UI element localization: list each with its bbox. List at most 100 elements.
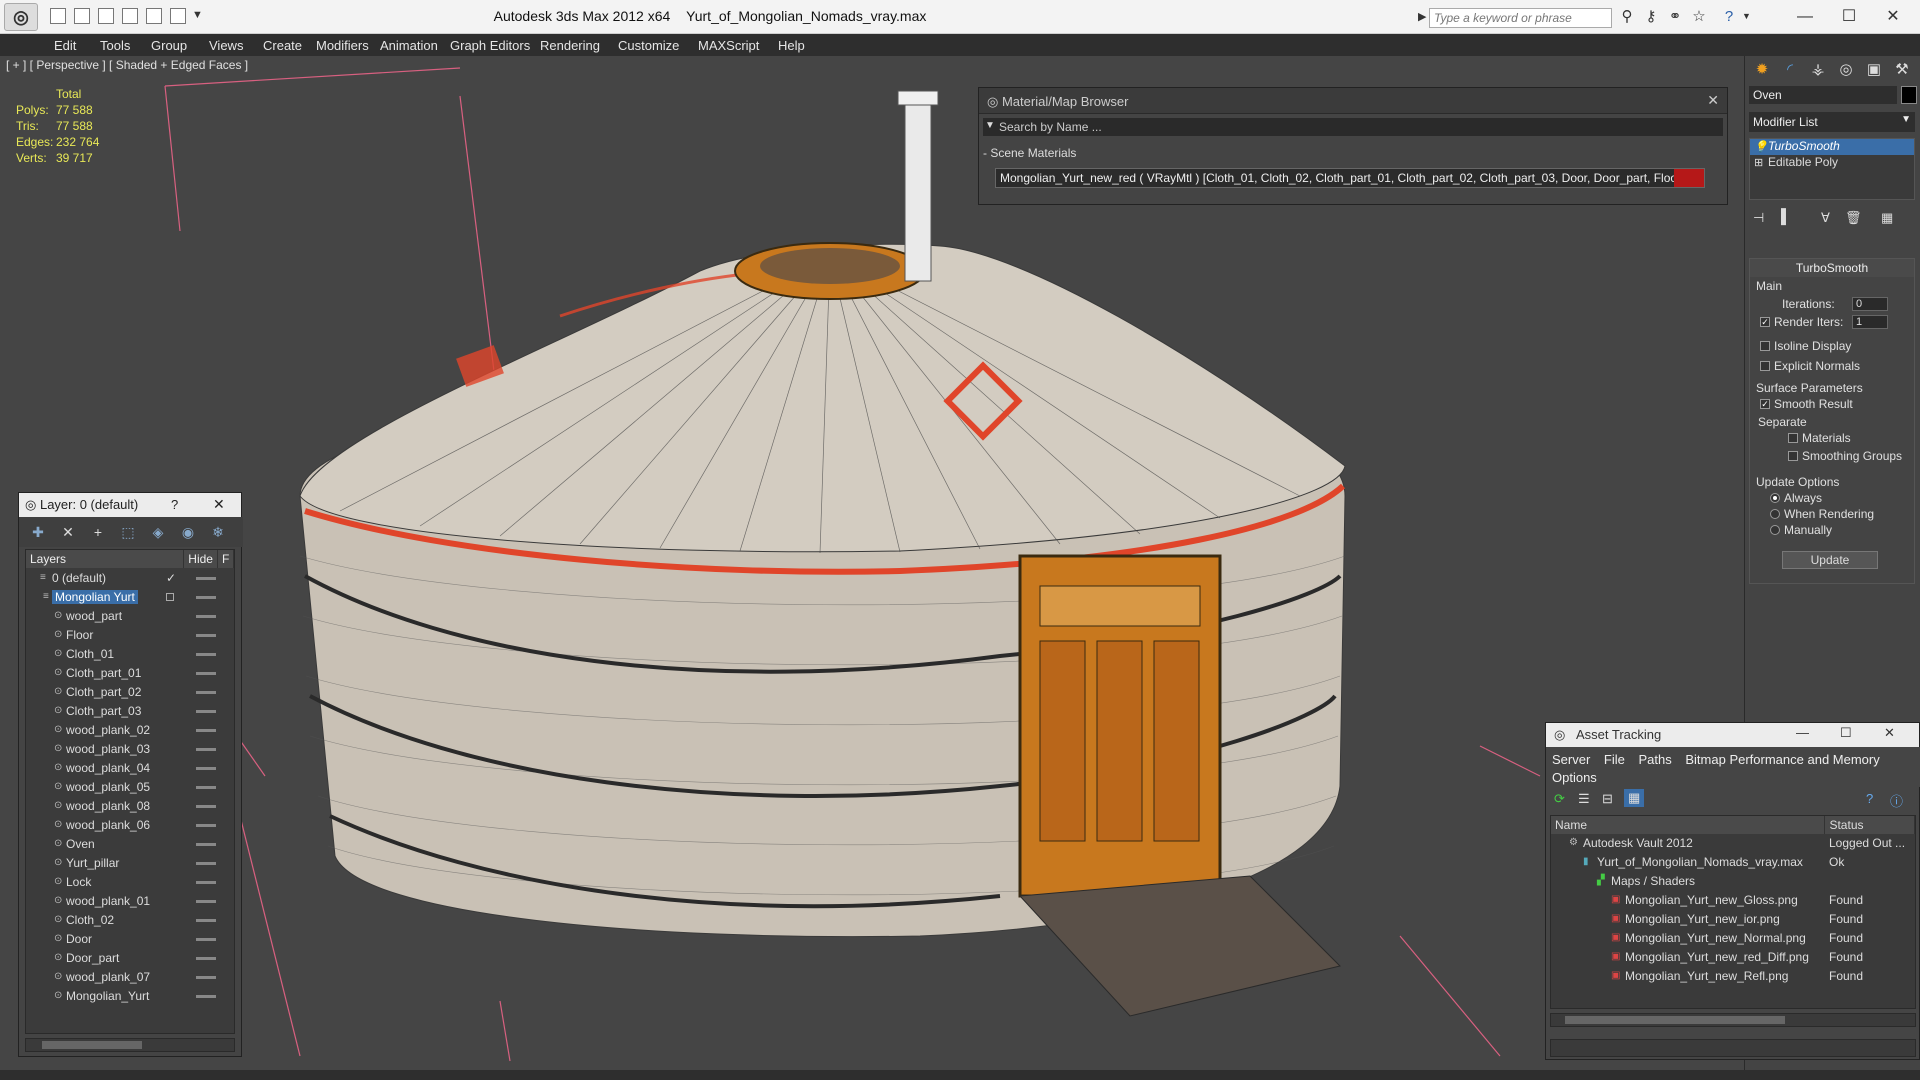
hide-toggle-icon[interactable]: ▬▬ <box>196 743 216 754</box>
layer-row[interactable]: ⊙ Cloth_part_03 ▬▬ <box>26 701 234 720</box>
create-tab-icon[interactable]: ✹ <box>1751 60 1773 80</box>
maximize-icon[interactable]: ☐ <box>1826 4 1872 30</box>
col-layers[interactable]: Layers <box>26 550 185 568</box>
layer-row[interactable]: ⊙ Floor ▬▬ <box>26 625 234 644</box>
hide-toggle-icon[interactable]: ▬▬ <box>196 724 216 735</box>
binoculars-icon[interactable]: ⚲ <box>1618 8 1636 26</box>
mb-scene-materials-header[interactable]: - Scene Materials <box>983 146 1076 160</box>
hide-all-icon[interactable]: ◉ <box>179 523 197 541</box>
menu-animation[interactable]: Animation <box>380 38 438 53</box>
layer-row[interactable]: ⊙ wood_plank_04 ▬▬ <box>26 758 234 777</box>
hide-toggle-icon[interactable]: ▬▬ <box>196 876 216 887</box>
layer-row[interactable]: ⊙ Lock ▬▬ <box>26 872 234 891</box>
show-end-result-icon[interactable]: ▌ <box>1781 208 1791 224</box>
rollout-title[interactable]: TurboSmooth <box>1750 259 1914 277</box>
asset-menu-file[interactable]: File <box>1604 752 1625 767</box>
col-hide[interactable]: Hide <box>184 550 218 568</box>
material-entry[interactable]: Mongolian_Yurt_new_red ( VRayMtl ) [Clot… <box>995 168 1705 188</box>
layer-row[interactable]: ⊙ Yurt_pillar ▬▬ <box>26 853 234 872</box>
scroll-thumb[interactable] <box>1565 1016 1785 1024</box>
new-layer-icon[interactable]: ✚ <box>29 523 47 541</box>
menu-edit[interactable]: Edit <box>54 38 76 53</box>
col-status[interactable]: Status <box>1825 816 1915 834</box>
object-color-swatch[interactable] <box>1901 86 1917 104</box>
menu-group[interactable]: Group <box>151 38 187 53</box>
layer-row[interactable]: ⊙ wood_plank_03 ▬▬ <box>26 739 234 758</box>
layer-row[interactable]: ⊙ wood_plank_07 ▬▬ <box>26 967 234 986</box>
make-unique-icon[interactable]: ∀ <box>1821 210 1830 226</box>
highlight-layer-icon[interactable]: ◈ <box>149 523 167 541</box>
hide-toggle-icon[interactable]: ▬▬ <box>196 971 216 982</box>
key-icon[interactable]: ⚷ <box>1642 8 1660 26</box>
close-icon[interactable]: ✕ <box>1884 725 1895 741</box>
layer-row[interactable]: ⊙ wood_plank_05 ▬▬ <box>26 777 234 796</box>
layer-row[interactable]: ≡ Mongolian Yurt ▬▬ <box>26 587 234 606</box>
close-icon[interactable]: ✕ <box>213 496 225 513</box>
stack-item-editable-poly[interactable]: ⊞ Editable Poly <box>1750 155 1914 171</box>
render-iters-checkbox[interactable]: ✓ <box>1760 317 1770 327</box>
hide-toggle-icon[interactable]: ▬▬ <box>196 705 216 716</box>
layer-row[interactable]: ⊙ Door_part ▬▬ <box>26 948 234 967</box>
hide-toggle-icon[interactable]: ▬▬ <box>196 667 216 678</box>
set-current-box-icon[interactable] <box>166 592 174 601</box>
help-icon[interactable]: ? <box>1720 8 1738 26</box>
connect-icon[interactable]: ⚭ <box>1666 8 1684 26</box>
add-to-layer-icon[interactable]: + <box>89 523 107 541</box>
modify-tab-icon[interactable]: ◜ <box>1779 60 1801 80</box>
layer-row[interactable]: ⊙ wood_part ▬▬ <box>26 606 234 625</box>
help-icon[interactable]: ? <box>171 497 178 512</box>
close-icon[interactable]: ✕ <box>1707 92 1719 109</box>
menu-graph-editors[interactable]: Graph Editors <box>450 38 530 53</box>
menu-modifiers[interactable]: Modifiers <box>316 38 369 53</box>
menu-create[interactable]: Create <box>263 38 302 53</box>
info-icon[interactable]: ⓘ <box>1890 791 1903 810</box>
stack-item-turbosmooth[interactable]: 💡 TurboSmooth <box>1750 139 1914 155</box>
layer-row[interactable]: ⊙ wood_plank_01 ▬▬ <box>26 891 234 910</box>
render-iters-spinner[interactable]: 1 <box>1852 315 1888 329</box>
hide-toggle-icon[interactable]: ▬▬ <box>196 781 216 792</box>
iterations-spinner[interactable]: 0 <box>1852 297 1888 311</box>
layer-row[interactable]: ⊙ wood_plank_06 ▬▬ <box>26 815 234 834</box>
hide-toggle-icon[interactable]: ▬▬ <box>196 610 216 621</box>
hide-toggle-icon[interactable]: ▬▬ <box>196 819 216 830</box>
layer-row[interactable]: ⊙ wood_plank_08 ▬▬ <box>26 796 234 815</box>
hide-toggle-icon[interactable]: ▬▬ <box>196 990 216 1001</box>
asset-row[interactable]: ⚙ Autodesk Vault 2012 Logged Out ... <box>1551 834 1915 853</box>
hide-toggle-icon[interactable]: ▬▬ <box>196 838 216 849</box>
manually-radio[interactable] <box>1770 525 1780 535</box>
favorites-star-icon[interactable]: ☆ <box>1690 8 1708 26</box>
layer-row[interactable]: ⊙ Door ▬▬ <box>26 929 234 948</box>
scroll-thumb[interactable] <box>42 1041 142 1049</box>
hide-toggle-icon[interactable]: ▬▬ <box>196 686 216 697</box>
delete-layer-icon[interactable]: ✕ <box>59 523 77 541</box>
viewport-label[interactable]: [ + ] [ Perspective ] [ Shaded + Edged F… <box>6 58 248 72</box>
layer-row[interactable]: ⊙ Oven ▬▬ <box>26 834 234 853</box>
hide-toggle-icon[interactable]: ▬▬ <box>196 914 216 925</box>
hide-toggle-icon[interactable]: ▬▬ <box>196 857 216 868</box>
always-radio[interactable] <box>1770 493 1780 503</box>
asset-menu-paths[interactable]: Paths <box>1639 752 1672 767</box>
close-icon[interactable]: ✕ <box>1870 4 1916 30</box>
hide-toggle-icon[interactable]: ▬▬ <box>196 952 216 963</box>
hierarchy-tab-icon[interactable]: ⚶ <box>1807 60 1829 80</box>
hide-toggle-icon[interactable]: ▬▬ <box>196 762 216 773</box>
utilities-tab-icon[interactable]: ⚒ <box>1891 60 1913 80</box>
layer-row[interactable]: ⊙ Cloth_part_01 ▬▬ <box>26 663 234 682</box>
asset-menu-bitmap[interactable]: Bitmap Performance and Memory <box>1685 752 1879 767</box>
layer-row[interactable]: ⊙ wood_plank_02 ▬▬ <box>26 720 234 739</box>
menu-help[interactable]: Help <box>778 38 805 53</box>
hide-toggle-icon[interactable]: ▬▬ <box>196 648 216 659</box>
when-rendering-radio[interactable] <box>1770 509 1780 519</box>
menu-maxscript[interactable]: MAXScript <box>698 38 759 53</box>
menu-rendering[interactable]: Rendering <box>540 38 600 53</box>
select-objects-icon[interactable]: ⬚ <box>119 523 137 541</box>
layer-row[interactable]: ⊙ Mongolian_Yurt ▬▬ <box>26 986 234 1005</box>
smooth-result-checkbox[interactable]: ✓ <box>1760 399 1770 409</box>
menu-views[interactable]: Views <box>209 38 243 53</box>
layer-hscrollbar[interactable] <box>25 1038 235 1052</box>
asset-row[interactable]: ▣ Mongolian_Yurt_new_Normal.png Found <box>1551 929 1915 948</box>
hide-toggle-icon[interactable]: ▬▬ <box>196 572 216 583</box>
help-icon[interactable]: ? <box>1866 791 1873 806</box>
col-freeze[interactable]: F <box>218 550 234 568</box>
hide-toggle-icon[interactable]: ▬▬ <box>196 800 216 811</box>
